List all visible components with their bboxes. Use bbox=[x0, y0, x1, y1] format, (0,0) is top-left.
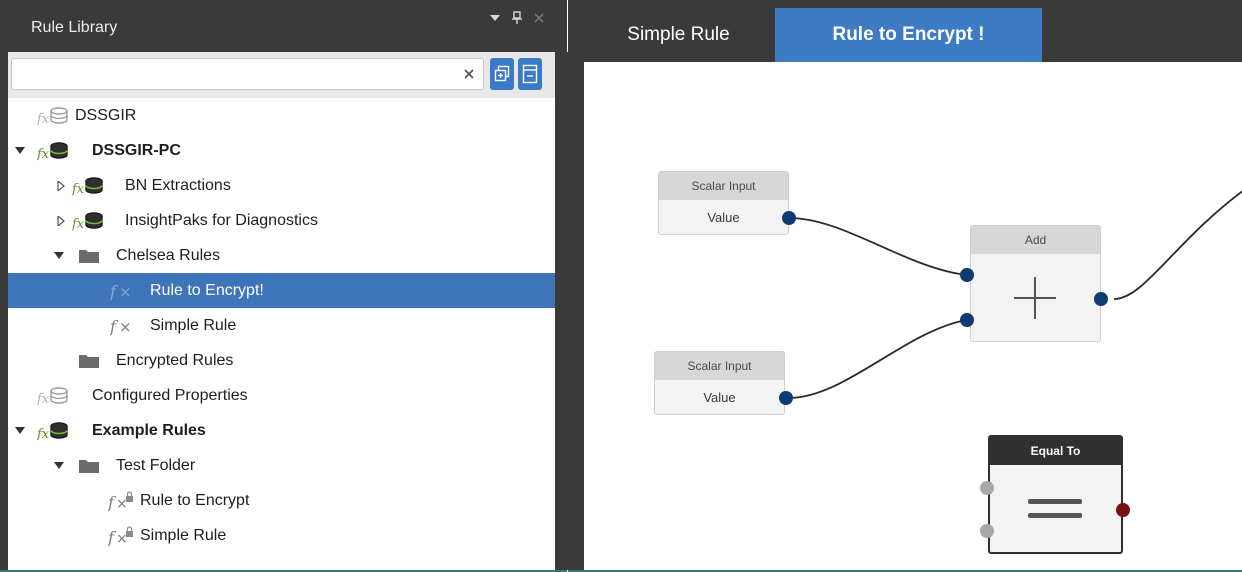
input-port[interactable] bbox=[980, 524, 994, 538]
expanded-arrow-icon[interactable] bbox=[14, 145, 26, 157]
tree-item-label: Example Rules bbox=[92, 421, 206, 439]
tree-item-label: Simple Rule bbox=[150, 316, 237, 334]
folder-icon bbox=[78, 350, 100, 372]
input-port[interactable] bbox=[960, 313, 974, 327]
equal-to-node[interactable]: Equal To bbox=[988, 435, 1123, 554]
collapse-all-button[interactable] bbox=[518, 58, 542, 90]
rule-library-header: Rule Library bbox=[0, 0, 567, 52]
tree-item-label: Rule to Encrypt! bbox=[150, 281, 264, 299]
svg-text:×: × bbox=[116, 496, 128, 512]
svg-text:fx: fx bbox=[37, 112, 50, 127]
node-title: Scalar Input bbox=[655, 352, 784, 380]
svg-text:f: f bbox=[110, 317, 119, 336]
dropdown-arrow-icon[interactable] bbox=[487, 9, 503, 27]
node-title: Equal To bbox=[990, 437, 1121, 465]
output-port[interactable] bbox=[782, 211, 796, 225]
tree-item-simple-rule[interactable]: f × Simple Rule bbox=[8, 308, 555, 343]
add-node[interactable]: Add bbox=[970, 225, 1101, 342]
output-port[interactable] bbox=[779, 391, 793, 405]
tree-item-label: Rule to Encrypt bbox=[140, 491, 250, 509]
expanded-arrow-icon[interactable] bbox=[14, 425, 26, 437]
tree-item-rule-to-encrypt-locked[interactable]: f × Rule to Encrypt bbox=[8, 483, 555, 518]
locked-function-icon: f × bbox=[108, 525, 138, 547]
function-database-icon: fx bbox=[37, 105, 69, 127]
tree-item-label: Encrypted Rules bbox=[116, 351, 234, 369]
rule-canvas[interactable]: Scalar Input Value Scalar Input Value Ad… bbox=[584, 62, 1242, 570]
svg-text:fx: fx bbox=[37, 147, 50, 162]
tree-item-encrypted-rules[interactable]: Encrypted Rules bbox=[8, 343, 555, 378]
connection-wires bbox=[788, 190, 1242, 399]
tree-item-label: Simple Rule bbox=[140, 526, 227, 544]
output-port[interactable] bbox=[1094, 292, 1108, 306]
tree-item-label: Configured Properties bbox=[92, 386, 248, 404]
tree-item-bn-extractions[interactable]: fx BN Extractions bbox=[8, 168, 555, 203]
node-value-label: Value bbox=[703, 389, 736, 405]
tree-item-label: BN Extractions bbox=[125, 176, 231, 194]
clear-search-icon[interactable] bbox=[460, 64, 478, 84]
tree-item-insightpaks[interactable]: fx InsightPaks for Diagnostics bbox=[8, 203, 555, 238]
output-port[interactable] bbox=[1116, 503, 1130, 517]
function-database-icon: fx bbox=[72, 210, 104, 232]
folder-icon bbox=[78, 455, 100, 477]
collapsed-arrow-icon[interactable] bbox=[55, 215, 67, 227]
input-port[interactable] bbox=[960, 268, 974, 282]
tab-rule-to-encrypt[interactable]: Rule to Encrypt ! bbox=[775, 8, 1042, 62]
collapsed-arrow-icon[interactable] bbox=[55, 180, 67, 192]
tree-item-simple-rule-locked[interactable]: f × Simple Rule bbox=[8, 518, 555, 553]
node-title: Add bbox=[971, 226, 1100, 254]
panel-controls bbox=[487, 9, 547, 27]
pin-icon[interactable] bbox=[509, 9, 525, 27]
panel-title: Rule Library bbox=[31, 19, 118, 36]
svg-text:f: f bbox=[110, 282, 119, 301]
svg-text:×: × bbox=[119, 283, 132, 301]
search-bar bbox=[8, 52, 555, 98]
node-value-label: Value bbox=[707, 209, 740, 225]
svg-text:×: × bbox=[116, 531, 128, 547]
tree-item-example-rules[interactable]: fx Example Rules bbox=[8, 413, 555, 448]
tree-item-label: DSSGIR-PC bbox=[92, 141, 181, 159]
function-database-icon: fx bbox=[72, 175, 104, 197]
function-database-icon: fx bbox=[37, 385, 69, 407]
expanded-arrow-icon[interactable] bbox=[53, 460, 65, 472]
svg-text:fx: fx bbox=[37, 427, 50, 442]
function-database-icon: fx bbox=[37, 420, 69, 442]
svg-text:fx: fx bbox=[37, 392, 50, 407]
expanded-arrow-icon[interactable] bbox=[53, 250, 65, 262]
rule-library-panel: Rule Library fx DSSGIR fx DSSGIR-PC fx B… bbox=[0, 0, 575, 572]
svg-text:fx: fx bbox=[72, 217, 85, 232]
function-icon: f × bbox=[110, 280, 138, 302]
tree-item-label: DSSGIR bbox=[75, 106, 137, 124]
tree-item-chelsea-rules[interactable]: Chelsea Rules bbox=[8, 238, 555, 273]
search-input[interactable] bbox=[11, 58, 484, 90]
equals-icon bbox=[1028, 499, 1082, 518]
scalar-input-node[interactable]: Scalar Input Value bbox=[658, 171, 789, 235]
function-database-icon: fx bbox=[37, 140, 69, 162]
expand-all-button[interactable] bbox=[490, 58, 514, 90]
plus-icon bbox=[1014, 277, 1056, 319]
locked-function-icon: f × bbox=[108, 490, 138, 512]
tree-item-rule-to-encrypt[interactable]: f × Rule to Encrypt! bbox=[8, 273, 555, 308]
tree-item-dssgir[interactable]: fx DSSGIR bbox=[8, 98, 555, 133]
svg-text:×: × bbox=[119, 318, 132, 336]
rule-library-content: fx DSSGIR fx DSSGIR-PC fx BN Extractions… bbox=[8, 52, 555, 570]
input-port[interactable] bbox=[980, 481, 994, 495]
tree-item-label: Test Folder bbox=[116, 456, 196, 474]
tab-simple-rule[interactable]: Simple Rule bbox=[582, 8, 775, 62]
tree-item-label: Chelsea Rules bbox=[116, 246, 221, 264]
editor-tab-bar: Simple Rule Rule to Encrypt ! bbox=[568, 0, 1242, 62]
close-icon[interactable] bbox=[531, 9, 547, 27]
scalar-input-node[interactable]: Scalar Input Value bbox=[654, 351, 785, 415]
tree-item-configured-properties[interactable]: fx Configured Properties bbox=[8, 378, 555, 413]
rule-editor-panel: Simple Rule Rule to Encrypt ! Scalar Inp… bbox=[568, 0, 1242, 572]
tree-item-test-folder[interactable]: Test Folder bbox=[8, 448, 555, 483]
folder-icon bbox=[78, 245, 100, 267]
svg-text:fx: fx bbox=[72, 182, 85, 197]
function-icon: f × bbox=[110, 315, 138, 337]
tree-item-label: InsightPaks for Diagnostics bbox=[125, 211, 318, 229]
node-title: Scalar Input bbox=[659, 172, 788, 200]
tree-item-dssgir-pc[interactable]: fx DSSGIR-PC bbox=[8, 133, 555, 168]
